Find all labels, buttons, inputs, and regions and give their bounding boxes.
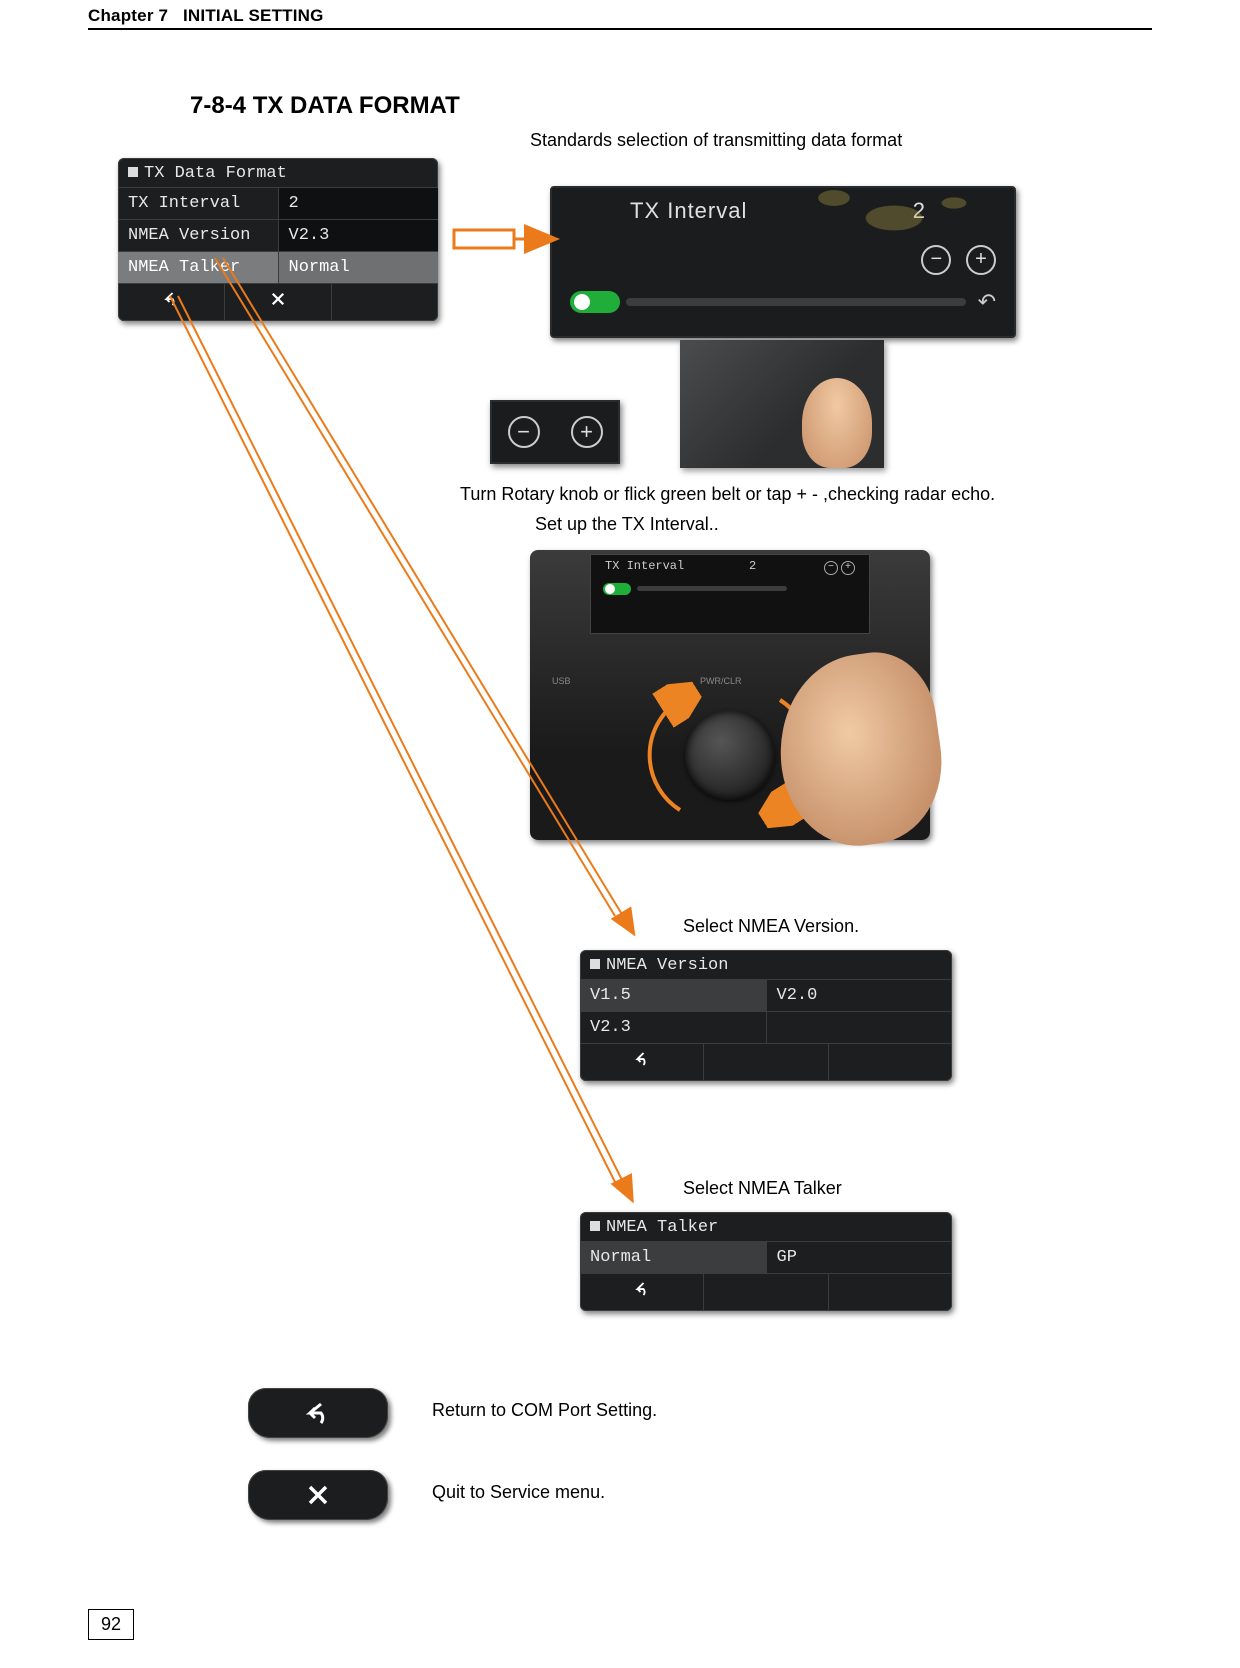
subtitle-text: Standards selection of transmitting data… <box>530 130 902 151</box>
plus-icon: + <box>841 561 855 575</box>
chapter-label: Chapter 7 <box>88 6 168 25</box>
row-value: 2 <box>278 188 439 219</box>
back-icon[interactable]: ↶ <box>978 289 996 315</box>
blank-button <box>703 1044 827 1081</box>
callout-line-talker <box>170 296 650 1226</box>
section-title: 7-8-4 TX DATA FORMAT <box>190 92 460 120</box>
close-icon <box>304 1483 332 1507</box>
back-arrow-icon <box>301 1401 335 1425</box>
nmea-talker-label: Select NMEA Talker <box>683 1178 842 1199</box>
square-bullet-icon <box>590 959 600 969</box>
option-v23[interactable]: V2.3 <box>580 1012 766 1043</box>
row-label: TX Interval <box>118 188 278 219</box>
touch-gesture-photo <box>680 340 884 468</box>
option-v15[interactable]: V1.5 <box>580 980 766 1011</box>
panel-title: NMEA Version <box>580 950 952 979</box>
back-button[interactable] <box>580 1044 703 1081</box>
square-bullet-icon <box>590 1221 600 1231</box>
page-header: Chapter 7 INITIAL SETTING <box>88 6 1152 30</box>
back-button[interactable] <box>580 1274 703 1311</box>
square-bullet-icon <box>128 167 138 177</box>
return-label: Return to COM Port Setting. <box>432 1400 657 1421</box>
finger-graphic <box>802 378 872 468</box>
green-slider[interactable] <box>626 298 966 306</box>
option-v20[interactable]: V2.0 <box>766 980 953 1011</box>
quit-button-image[interactable] <box>248 1470 388 1520</box>
page-number: 92 <box>88 1609 134 1640</box>
option-gp[interactable]: GP <box>766 1242 953 1273</box>
back-arrow-icon <box>631 1280 653 1298</box>
minus-icon: − <box>824 561 838 575</box>
large-panel-label: TX Interval <box>630 198 747 224</box>
quit-label: Quit to Service menu. <box>432 1482 605 1503</box>
row-tx-interval[interactable]: TX Interval 2 <box>118 187 438 219</box>
row-value: V2.3 <box>278 220 439 251</box>
option-empty <box>766 1012 953 1043</box>
nmea-talker-panel: NMEA Talker Normal GP <box>580 1212 952 1311</box>
row-nmea-version[interactable]: NMEA Version V2.3 <box>118 219 438 251</box>
screen-value: 2 <box>749 559 756 575</box>
slider-icon <box>637 586 787 591</box>
radar-echo-graphic <box>804 186 974 278</box>
panel-title: NMEA Talker <box>580 1212 952 1241</box>
return-button-image[interactable] <box>248 1388 388 1438</box>
blank-button <box>703 1274 827 1311</box>
back-arrow-icon <box>631 1050 653 1068</box>
blank-button <box>828 1044 952 1081</box>
nmea-version-label: Select NMEA Version. <box>683 916 859 937</box>
nmea-version-panel: NMEA Version V1.5 V2.0 V2.3 <box>580 950 952 1081</box>
panel-title: TX Data Format <box>118 158 438 187</box>
blank-button <box>828 1274 952 1311</box>
option-normal[interactable]: Normal <box>580 1242 766 1273</box>
header-title: INITIAL SETTING <box>183 6 324 25</box>
row-label: NMEA Version <box>118 220 278 251</box>
page-footer: 92 <box>88 1609 134 1640</box>
